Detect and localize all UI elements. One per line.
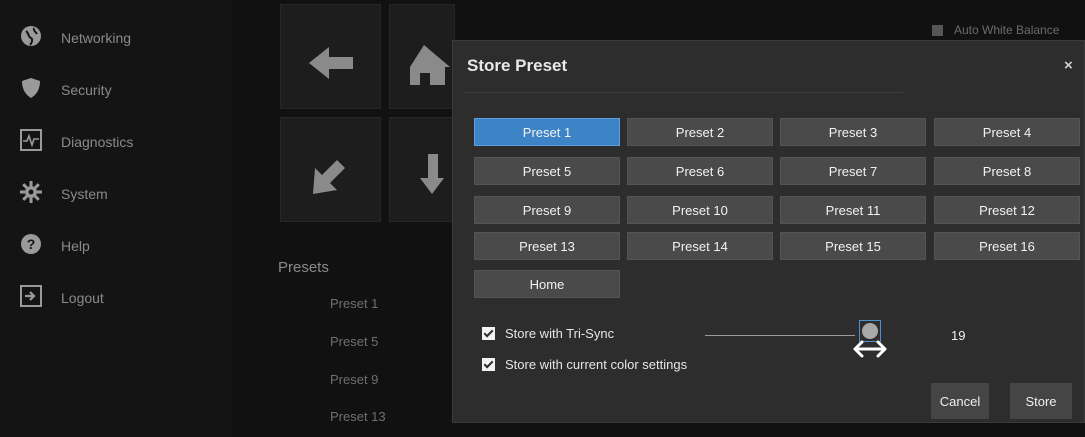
divider: [463, 92, 903, 93]
shield-icon: [20, 77, 42, 99]
pan-down-button[interactable]: [389, 117, 455, 222]
preset-button-14[interactable]: Preset 14: [627, 232, 773, 260]
sidebar-item-label: Security: [61, 82, 112, 98]
color-settings-checkbox[interactable]: [482, 358, 495, 371]
preset-button-7[interactable]: Preset 7: [780, 157, 926, 185]
gear-icon: [20, 181, 42, 203]
heartbeat-icon: [20, 129, 42, 151]
preset-button-5[interactable]: Preset 5: [474, 157, 620, 185]
close-icon[interactable]: ×: [1064, 57, 1073, 74]
preset-button-13[interactable]: Preset 13: [474, 232, 620, 260]
speed-slider-track[interactable]: [705, 335, 855, 336]
sidebar-item-system[interactable]: System: [0, 175, 232, 215]
sidebar-item-help[interactable]: ? Help: [0, 227, 232, 267]
color-settings-label: Store with current color settings: [505, 357, 688, 372]
sidebar-item-label: Diagnostics: [61, 134, 134, 150]
arrow-down-icon: [420, 154, 444, 194]
home-button[interactable]: [389, 4, 455, 109]
auto-white-balance-label: Auto White Balance: [954, 23, 1060, 37]
preset-button-4[interactable]: Preset 4: [934, 118, 1080, 146]
pan-left-button[interactable]: [280, 4, 381, 109]
auto-white-balance-option[interactable]: Auto White Balance: [932, 23, 1059, 37]
sidebar-item-logout[interactable]: Logout: [0, 279, 232, 319]
sidebar-item-diagnostics[interactable]: Diagnostics: [0, 123, 232, 163]
horizontal-resize-icon: [853, 340, 887, 358]
bg-preset-item[interactable]: Preset 1: [330, 296, 378, 311]
bg-preset-item[interactable]: Preset 9: [330, 372, 378, 387]
cancel-button[interactable]: Cancel: [931, 383, 989, 419]
sidebar-item-label: Help: [61, 238, 90, 254]
preset-button-1[interactable]: Preset 1: [474, 118, 620, 146]
preset-button-10[interactable]: Preset 10: [627, 196, 773, 224]
pan-down-left-button[interactable]: [280, 117, 381, 222]
store-button[interactable]: Store: [1010, 383, 1072, 419]
tri-sync-checkbox[interactable]: [482, 327, 495, 340]
preset-button-6[interactable]: Preset 6: [627, 157, 773, 185]
svg-text:?: ?: [27, 236, 36, 252]
dialog-title: Store Preset: [467, 56, 568, 75]
tri-sync-label: Store with Tri-Sync: [505, 326, 615, 341]
preset-button-15[interactable]: Preset 15: [780, 232, 926, 260]
auto-white-balance-checkbox[interactable]: [932, 24, 943, 36]
logout-icon: [20, 285, 42, 307]
preset-button-8[interactable]: Preset 8: [934, 157, 1080, 185]
preset-button-16[interactable]: Preset 16: [934, 232, 1080, 260]
home-icon: [410, 45, 450, 85]
color-settings-option[interactable]: Store with current color settings: [482, 357, 687, 372]
bg-preset-item[interactable]: Preset 5: [330, 334, 378, 349]
globe-icon: [20, 25, 42, 47]
tri-sync-option[interactable]: Store with Tri-Sync: [482, 326, 614, 341]
sidebar: Networking Security Diagnostics System ?…: [0, 0, 232, 437]
sidebar-item-label: Networking: [61, 30, 132, 46]
presets-title: Presets: [278, 259, 329, 276]
sidebar-item-label: System: [61, 186, 108, 202]
preset-button-home[interactable]: Home: [474, 270, 620, 298]
question-icon: ?: [20, 233, 42, 255]
preset-button-2[interactable]: Preset 2: [627, 118, 773, 146]
store-preset-dialog: Store Preset × Preset 1 Preset 2 Preset …: [452, 40, 1085, 423]
slider-value: 19: [951, 328, 966, 343]
arrow-down-left-icon: [313, 160, 345, 194]
preset-button-11[interactable]: Preset 11: [780, 196, 926, 224]
preset-button-3[interactable]: Preset 3: [780, 118, 926, 146]
sidebar-item-networking[interactable]: Networking: [0, 19, 232, 59]
sidebar-item-label: Logout: [61, 290, 104, 306]
sidebar-item-security[interactable]: Security: [0, 71, 232, 111]
preset-button-12[interactable]: Preset 12: [934, 196, 1080, 224]
arrow-left-icon: [309, 47, 353, 79]
preset-button-9[interactable]: Preset 9: [474, 196, 620, 224]
bg-preset-item[interactable]: Preset 13: [330, 409, 386, 424]
